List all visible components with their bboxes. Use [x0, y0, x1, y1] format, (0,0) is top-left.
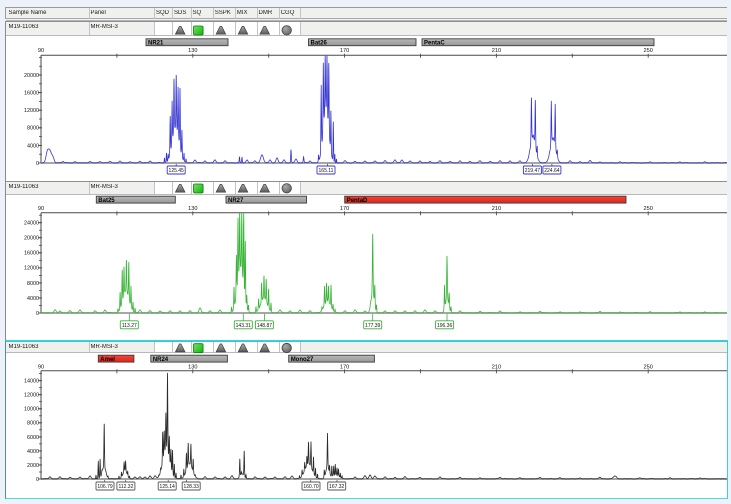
- svg-text:Amel: Amel: [100, 357, 115, 363]
- svg-text:NR21: NR21: [148, 40, 164, 46]
- svg-text:130: 130: [188, 48, 197, 54]
- svg-text:12000: 12000: [24, 108, 39, 114]
- svg-text:20000: 20000: [24, 73, 39, 79]
- svg-text:0: 0: [36, 311, 39, 317]
- svg-text:20000: 20000: [24, 236, 39, 242]
- svg-text:Bat26: Bat26: [311, 40, 328, 46]
- svg-text:170: 170: [340, 48, 349, 54]
- svg-text:Mono27: Mono27: [291, 357, 314, 363]
- svg-text:NR27: NR27: [228, 198, 244, 204]
- svg-text:4000: 4000: [27, 449, 39, 455]
- svg-text:196.36: 196.36: [437, 323, 453, 329]
- svg-text:90: 90: [38, 365, 44, 371]
- svg-text:177.39: 177.39: [365, 323, 381, 329]
- svg-text:8000: 8000: [27, 126, 39, 132]
- svg-text:125.14: 125.14: [160, 484, 176, 490]
- svg-text:Bat25: Bat25: [98, 198, 115, 204]
- svg-text:16000: 16000: [24, 91, 39, 97]
- svg-text:170: 170: [340, 206, 349, 212]
- svg-text:250: 250: [644, 48, 653, 54]
- svg-text:10000: 10000: [24, 407, 39, 413]
- svg-text:90: 90: [38, 206, 44, 212]
- svg-text:112.32: 112.32: [118, 484, 133, 490]
- svg-text:16000: 16000: [24, 251, 39, 257]
- svg-text:250: 250: [644, 206, 653, 212]
- svg-text:PentaC: PentaC: [424, 40, 445, 46]
- svg-text:PentaD: PentaD: [347, 198, 368, 204]
- svg-text:113.27: 113.27: [122, 323, 137, 329]
- svg-text:160.70: 160.70: [303, 484, 319, 490]
- svg-text:8000: 8000: [27, 281, 39, 287]
- svg-text:165.11: 165.11: [319, 168, 334, 174]
- svg-text:90: 90: [38, 48, 44, 54]
- svg-text:219.47: 219.47: [525, 168, 541, 174]
- svg-text:143.31: 143.31: [236, 323, 252, 329]
- svg-text:224.64: 224.64: [544, 168, 560, 174]
- svg-text:0: 0: [36, 477, 39, 483]
- svg-text:148.87: 148.87: [257, 323, 273, 329]
- svg-text:12000: 12000: [24, 393, 39, 399]
- svg-text:6000: 6000: [27, 435, 39, 441]
- svg-text:14000: 14000: [24, 379, 39, 385]
- svg-text:24000: 24000: [24, 221, 39, 227]
- svg-text:4000: 4000: [27, 296, 39, 302]
- svg-text:125.45: 125.45: [169, 168, 185, 174]
- svg-text:4000: 4000: [27, 143, 39, 149]
- svg-text:106.79: 106.79: [97, 484, 113, 490]
- svg-text:2000: 2000: [27, 463, 39, 469]
- svg-text:210: 210: [492, 206, 501, 212]
- svg-text:167.32: 167.32: [329, 484, 345, 490]
- svg-text:0: 0: [36, 161, 39, 167]
- svg-text:12000: 12000: [24, 266, 39, 272]
- svg-text:8000: 8000: [27, 421, 39, 427]
- svg-text:NR24: NR24: [153, 357, 169, 363]
- svg-text:210: 210: [492, 48, 501, 54]
- svg-text:130: 130: [188, 206, 197, 212]
- svg-text:128.33: 128.33: [184, 484, 200, 490]
